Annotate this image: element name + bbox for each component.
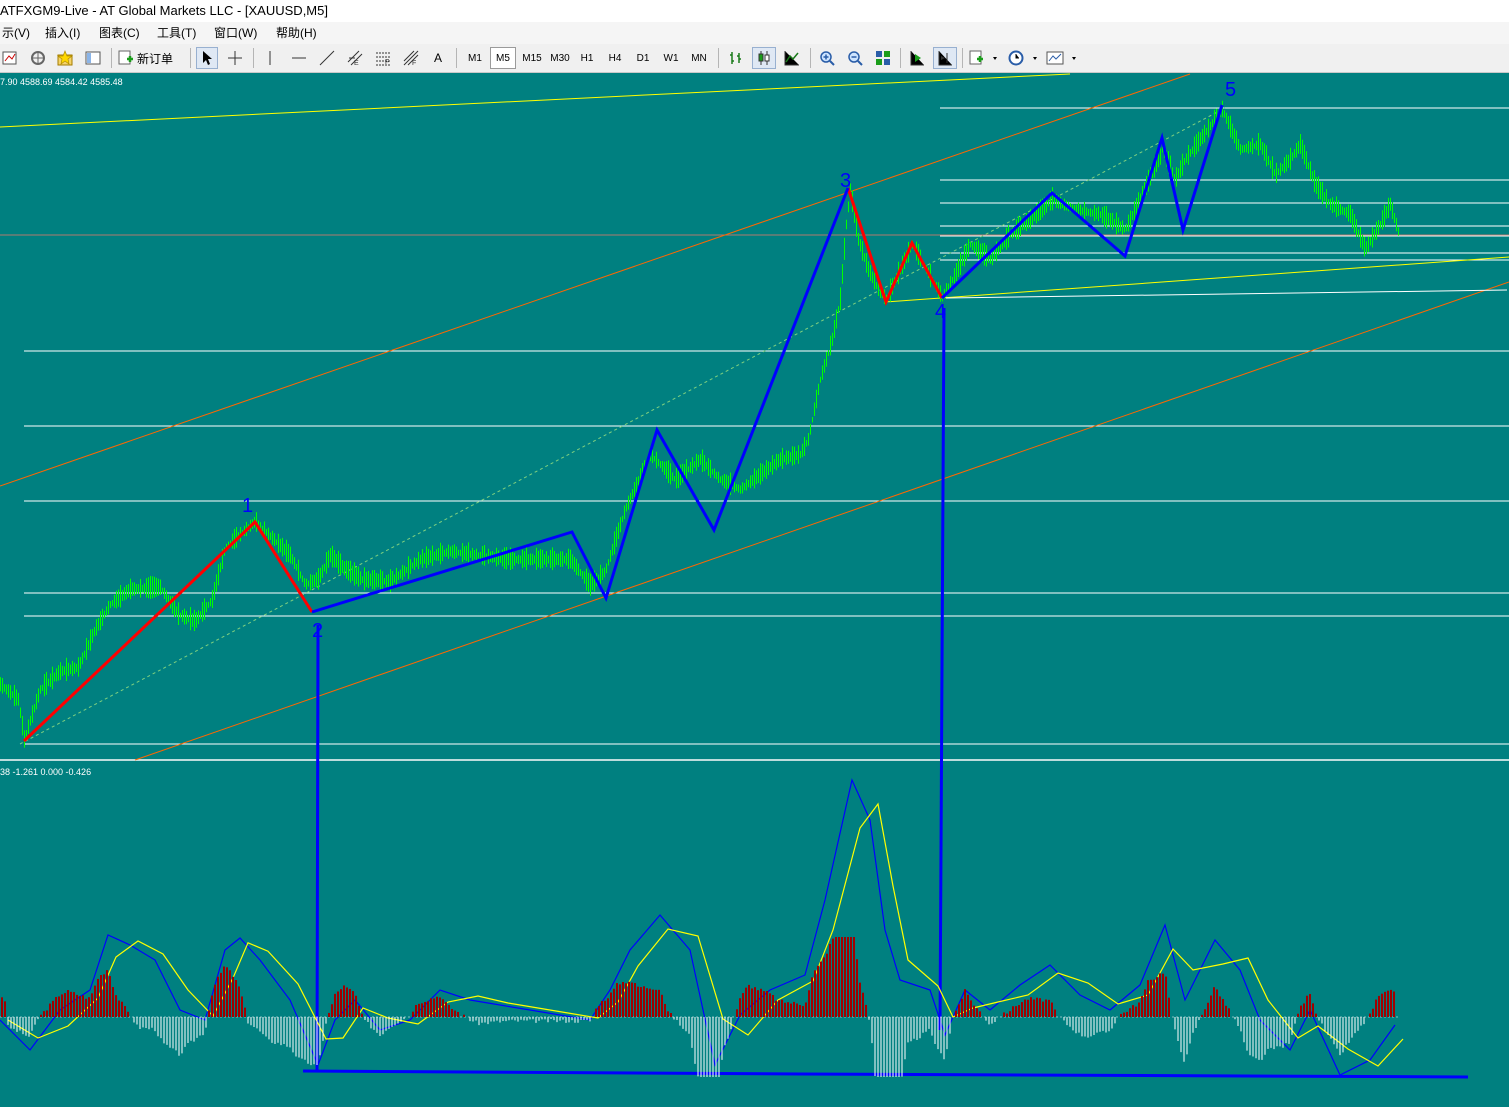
toolbar: 新订单 E F F A M1 M5 M15 M30 H1 H4 D1 W1 MN — [0, 44, 1509, 73]
timeframe-m1-button[interactable]: M1 — [462, 47, 488, 69]
menu-bar: 示(V) 插入(I) 图表(C) 工具(T) 窗口(W) 帮助(H) — [0, 22, 1509, 44]
menu-tools[interactable]: 工具(T) — [155, 22, 198, 44]
timeframe-m30-button[interactable]: M30 — [546, 47, 574, 69]
menu-insert[interactable]: 插入(I) — [43, 22, 82, 44]
templates-icon[interactable] — [1044, 47, 1080, 69]
text-icon[interactable]: A — [428, 47, 448, 69]
toolbar-separator — [718, 48, 719, 68]
macd-info-label: 38 -1.261 0.000 -0.426 — [0, 767, 92, 777]
svg-text:F: F — [412, 60, 416, 66]
chart-window[interactable]: 1 2 3 4 5 7.90 4588.69 4584.42 4585.48 38 -1… — [0, 73, 1509, 1107]
vertical-line-icon[interactable] — [259, 47, 281, 69]
auto-scroll-icon[interactable] — [905, 47, 929, 69]
gann-icon[interactable]: F — [400, 47, 422, 69]
wave-label-1: 1 — [242, 495, 253, 517]
price-info-label: 7.90 4588.69 4584.42 4585.48 — [0, 77, 123, 87]
channel-upper-line — [0, 73, 1191, 487]
window-title: ATFXGM9-Live - AT Global Markets LLC - [… — [0, 3, 328, 18]
menu-charts[interactable]: 图表(C) — [97, 22, 142, 44]
toolbar-separator — [456, 48, 457, 68]
svg-text:F: F — [385, 59, 389, 66]
line-chart-icon[interactable] — [780, 47, 804, 69]
bar-chart-icon[interactable] — [724, 47, 748, 69]
wave-impulse-line — [311, 187, 850, 614]
fibonacci-icon[interactable]: F — [372, 47, 394, 69]
horizontal-line-icon[interactable] — [288, 47, 310, 69]
new-order-label: 新订单 — [137, 51, 174, 66]
favorites-icon[interactable] — [54, 47, 76, 69]
navigator-icon[interactable] — [82, 47, 104, 69]
equidistant-channel-icon[interactable]: E — [344, 47, 366, 69]
toolbar-separator — [900, 48, 901, 68]
timeframe-w1-button[interactable]: W1 — [658, 47, 684, 69]
new-order-button[interactable]: 新订单 — [118, 47, 184, 69]
menu-view[interactable]: 示(V) — [0, 22, 32, 44]
subwindow-divider[interactable] — [0, 759, 1509, 761]
wave-impulse-line — [940, 104, 1224, 300]
cursor-icon[interactable] — [196, 47, 218, 69]
crosshair-icon[interactable] — [224, 47, 246, 69]
menu-window[interactable]: 窗口(W) — [212, 22, 259, 44]
zoom-out-icon[interactable] — [843, 47, 867, 69]
price-chart[interactable]: 1 2 3 4 5 — [0, 73, 1509, 1107]
toolbar-separator — [810, 48, 811, 68]
toolbar-separator — [253, 48, 254, 68]
toolbar-separator — [190, 48, 191, 68]
macd-signal-line — [7, 802, 1404, 1067]
timeframe-m15-button[interactable]: M15 — [518, 47, 546, 69]
periods-icon[interactable] — [1005, 47, 1041, 69]
timeframe-m5-button[interactable]: M5 — [490, 47, 516, 69]
timeframe-h1-button[interactable]: H1 — [574, 47, 600, 69]
timeframe-d1-button[interactable]: D1 — [630, 47, 656, 69]
upper-trend-line — [0, 73, 1071, 128]
window-title-bar: ATFXGM9-Live - AT Global Markets LLC - [… — [0, 0, 1509, 22]
svg-text:E: E — [354, 60, 359, 66]
menu-help[interactable]: 帮助(H) — [274, 22, 319, 44]
timeframe-mn-button[interactable]: MN — [686, 47, 712, 69]
macd-bottom-line — [302, 1069, 1469, 1079]
wave-divergence-vertical — [315, 624, 320, 1073]
zoom-in-icon[interactable] — [815, 47, 839, 69]
new-chart-icon[interactable] — [0, 47, 20, 69]
wave-divergence-vertical — [938, 307, 946, 1031]
indicators-icon[interactable] — [967, 47, 1001, 69]
wave-label-5: 5 — [1225, 79, 1236, 101]
chart-shift-icon[interactable] — [933, 47, 957, 69]
new-order-icon — [118, 50, 133, 65]
candlestick-icon[interactable] — [752, 47, 776, 69]
toolbar-separator — [962, 48, 963, 68]
wave-label-4: 4 — [935, 301, 946, 323]
wave-label-2: 2 — [312, 620, 323, 642]
wave-label-3: 3 — [840, 170, 851, 192]
tile-windows-icon[interactable] — [871, 47, 895, 69]
trendline-icon[interactable] — [316, 47, 338, 69]
profiles-icon[interactable] — [27, 47, 49, 69]
channel-lower-line — [134, 281, 1509, 761]
toolbar-separator — [111, 48, 112, 68]
timeframe-h4-button[interactable]: H4 — [602, 47, 628, 69]
wave-correction-line — [22, 519, 314, 743]
